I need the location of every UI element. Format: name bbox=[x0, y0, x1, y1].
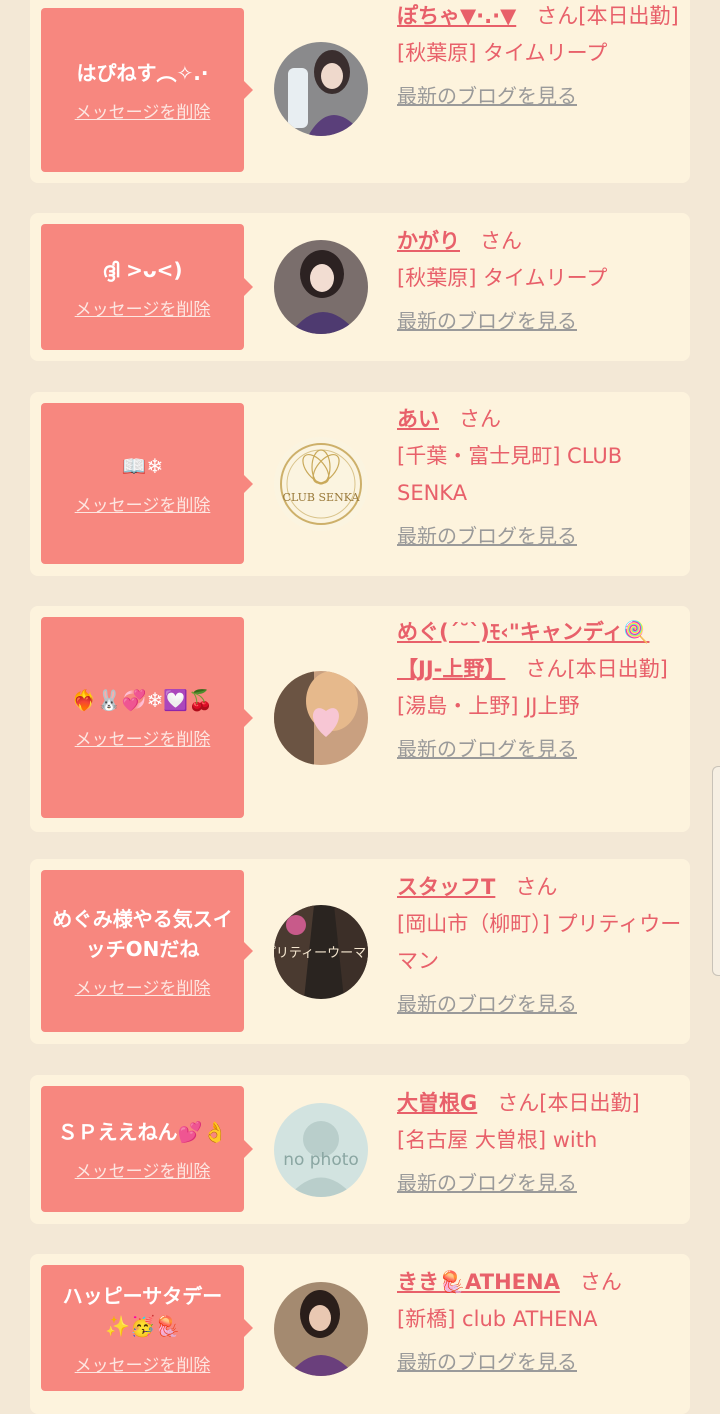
shop-name: [秋葉原] タイムリープ bbox=[397, 266, 608, 290]
honorific: さん bbox=[579, 1270, 622, 1294]
sender-info: きき🪼ATHENA さん [新橋] club ATHENA 最新のブログを見る bbox=[397, 1264, 682, 1381]
latest-blog-link[interactable]: 最新のブログを見る bbox=[397, 78, 577, 115]
message-card: めぐみ様やる気スイッチONだねメッセージを削除 プリティーウーマン スタッフT さん… bbox=[30, 859, 690, 1044]
club-senka-logo-text: CLUB SENKA bbox=[283, 491, 361, 504]
sender-name-link[interactable]: かがり bbox=[397, 229, 460, 253]
sender-line: 大曽根G さん[本日出勤] bbox=[397, 1085, 682, 1122]
message-card: ദ്ദി >ᴗ<) メッセージを削除 かがり さん [秋葉原] タイムリープ最新のブロ… bbox=[30, 213, 690, 361]
sender-info: 大曽根G さん[本日出勤] [名古屋 大曽根] with 最新のブログを見る bbox=[397, 1085, 682, 1202]
honorific: さん bbox=[497, 1091, 540, 1115]
sender-info: かがり さん [秋葉原] タイムリープ最新のブログを見る bbox=[397, 223, 682, 340]
sender-line: ぽちゃ▼·.·▼ さん[本日出勤] bbox=[397, 0, 682, 35]
message-card: はぴねす︵✧.· メッセージを削除 ぽちゃ▼·.·▼ さん[本日出勤] [秋葉原] タ… bbox=[30, 0, 690, 183]
sender-line: めぐ(ˊ˘ˋ)ﾓ‹"キャンディ🍭【JJ-上野】 さん[本日出勤] bbox=[397, 614, 682, 688]
message-text: ＳＰええねん💕👌 bbox=[57, 1119, 228, 1144]
avatar-photo-heart-blur[interactable] bbox=[274, 671, 368, 765]
attendance-status: [本日出勤] bbox=[539, 1091, 640, 1115]
delete-message-link[interactable]: メッセージを削除 bbox=[75, 1351, 211, 1376]
delete-message-link[interactable]: メッセージを削除 bbox=[75, 1157, 211, 1182]
latest-blog-link[interactable]: 最新のブログを見る bbox=[397, 731, 577, 768]
sender-name-link[interactable]: 大曽根G bbox=[397, 1091, 477, 1115]
no-photo-placeholder[interactable]: no photo bbox=[274, 1103, 368, 1197]
message-bubble: ＳＰええねん💕👌 メッセージを削除 bbox=[41, 1086, 253, 1212]
message-bubble: 📖❄ メッセージを削除 bbox=[41, 403, 253, 564]
shop-name: [千葉・富士見町] CLUB SENKA bbox=[397, 444, 623, 505]
delete-message-link[interactable]: メッセージを削除 bbox=[75, 491, 211, 516]
message-text: ദ്ദി >ᴗ<) bbox=[102, 257, 183, 282]
avatar-photo-woman-dress[interactable] bbox=[274, 1282, 368, 1376]
sender-info: スタッフT さん [岡山市（柳町）] プリティウーマン最新のブログを見る bbox=[397, 869, 682, 1023]
shop-name: [名古屋 大曽根] with bbox=[397, 1128, 598, 1152]
no-photo-text: no photo bbox=[283, 1150, 359, 1170]
message-card: ＳＰええねん💕👌 メッセージを削除 no photo 大曽根G さん[本日出勤] [名古… bbox=[30, 1075, 690, 1224]
message-text: ハッピーサタデー✨🥳🪼 bbox=[62, 1283, 223, 1338]
sender-line: あい さん bbox=[397, 401, 682, 438]
latest-blog-link[interactable]: 最新のブログを見る bbox=[397, 986, 577, 1023]
message-bubble: ハッピーサタデー✨🥳🪼 メッセージを削除 bbox=[41, 1265, 253, 1391]
sender-info: ぽちゃ▼·.·▼ さん[本日出勤] [秋葉原] タイムリープ最新のブログを見る bbox=[397, 0, 682, 115]
sender-name-link[interactable]: あい bbox=[397, 407, 439, 431]
message-card: ハッピーサタデー✨🥳🪼 メッセージを削除 きき🪼ATHENA さん [新橋] club… bbox=[30, 1254, 690, 1414]
sender-line: スタッフT さん bbox=[397, 869, 682, 906]
shop-name: [新橋] club ATHENA bbox=[397, 1307, 598, 1331]
message-text: 📖❄ bbox=[121, 454, 164, 478]
pretty-woman-logo[interactable]: プリティーウーマン bbox=[274, 905, 368, 999]
shop-name: [岡山市（柳町）] プリティウーマン bbox=[397, 912, 682, 973]
latest-blog-link[interactable]: 最新のブログを見る bbox=[397, 518, 577, 555]
shop-name: [秋葉原] タイムリープ bbox=[397, 41, 608, 65]
sender-line: かがり さん bbox=[397, 223, 682, 260]
message-text: ❤️‍🔥🐰💞❄💟🍒 bbox=[71, 688, 214, 712]
latest-blog-link[interactable]: 最新のブログを見る bbox=[397, 303, 577, 340]
sender-info: あい さん [千葉・富士見町] CLUB SENKA 最新のブログを見る bbox=[397, 401, 682, 555]
shop-name: [湯島・上野] JJ上野 bbox=[397, 694, 580, 718]
message-text: めぐみ様やる気スイッチONだね bbox=[52, 906, 233, 961]
honorific: さん bbox=[515, 875, 558, 899]
honorific: さん bbox=[525, 657, 568, 681]
sender-name-link[interactable]: ぽちゃ▼·.·▼ bbox=[397, 4, 516, 28]
honorific: さん bbox=[480, 229, 523, 253]
message-bubble: めぐみ様やる気スイッチONだねメッセージを削除 bbox=[41, 870, 253, 1032]
sender-info: めぐ(ˊ˘ˋ)ﾓ‹"キャンディ🍭【JJ-上野】 さん[本日出勤] [湯島・上野] … bbox=[397, 614, 682, 768]
delete-message-link[interactable]: メッセージを削除 bbox=[75, 725, 211, 750]
honorific: さん bbox=[459, 407, 502, 431]
message-bubble: ❤️‍🔥🐰💞❄💟🍒 メッセージを削除 bbox=[41, 617, 253, 818]
sender-name-link[interactable]: きき🪼ATHENA bbox=[397, 1270, 560, 1294]
attendance-status: [本日出勤] bbox=[578, 4, 679, 28]
message-bubble: ദ്ദി >ᴗ<) メッセージを削除 bbox=[41, 224, 253, 350]
message-text: はぴねす︵✧.· bbox=[76, 60, 209, 85]
sender-line: きき🪼ATHENA さん bbox=[397, 1264, 682, 1301]
latest-blog-link[interactable]: 最新のブログを見る bbox=[397, 1165, 577, 1202]
avatar-photo-girl-bottle[interactable] bbox=[274, 42, 368, 136]
club-senka-logo[interactable]: CLUB SENKA bbox=[274, 437, 368, 531]
message-card: ❤️‍🔥🐰💞❄💟🍒 メッセージを削除 めぐ(ˊ˘ˋ)ﾓ‹"キャンディ🍭【JJ-上野】… bbox=[30, 606, 690, 832]
avatar-photo-girl-kimono[interactable] bbox=[274, 240, 368, 334]
message-bubble: はぴねす︵✧.· メッセージを削除 bbox=[41, 8, 253, 172]
delete-message-link[interactable]: メッセージを削除 bbox=[75, 974, 211, 999]
latest-blog-link[interactable]: 最新のブログを見る bbox=[397, 1344, 577, 1381]
attendance-status: [本日出勤] bbox=[567, 657, 668, 681]
sender-name-link[interactable]: スタッフT bbox=[397, 875, 495, 899]
delete-message-link[interactable]: メッセージを削除 bbox=[75, 295, 211, 320]
honorific: さん bbox=[536, 4, 579, 28]
pretty-woman-logo-text: プリティーウーマン bbox=[274, 946, 368, 961]
delete-message-link[interactable]: メッセージを削除 bbox=[75, 98, 211, 123]
scrollbar[interactable] bbox=[712, 766, 720, 976]
message-card: 📖❄ メッセージを削除 CLUB SENKA あい さん [千葉・富士見町] CLUB … bbox=[30, 392, 690, 576]
